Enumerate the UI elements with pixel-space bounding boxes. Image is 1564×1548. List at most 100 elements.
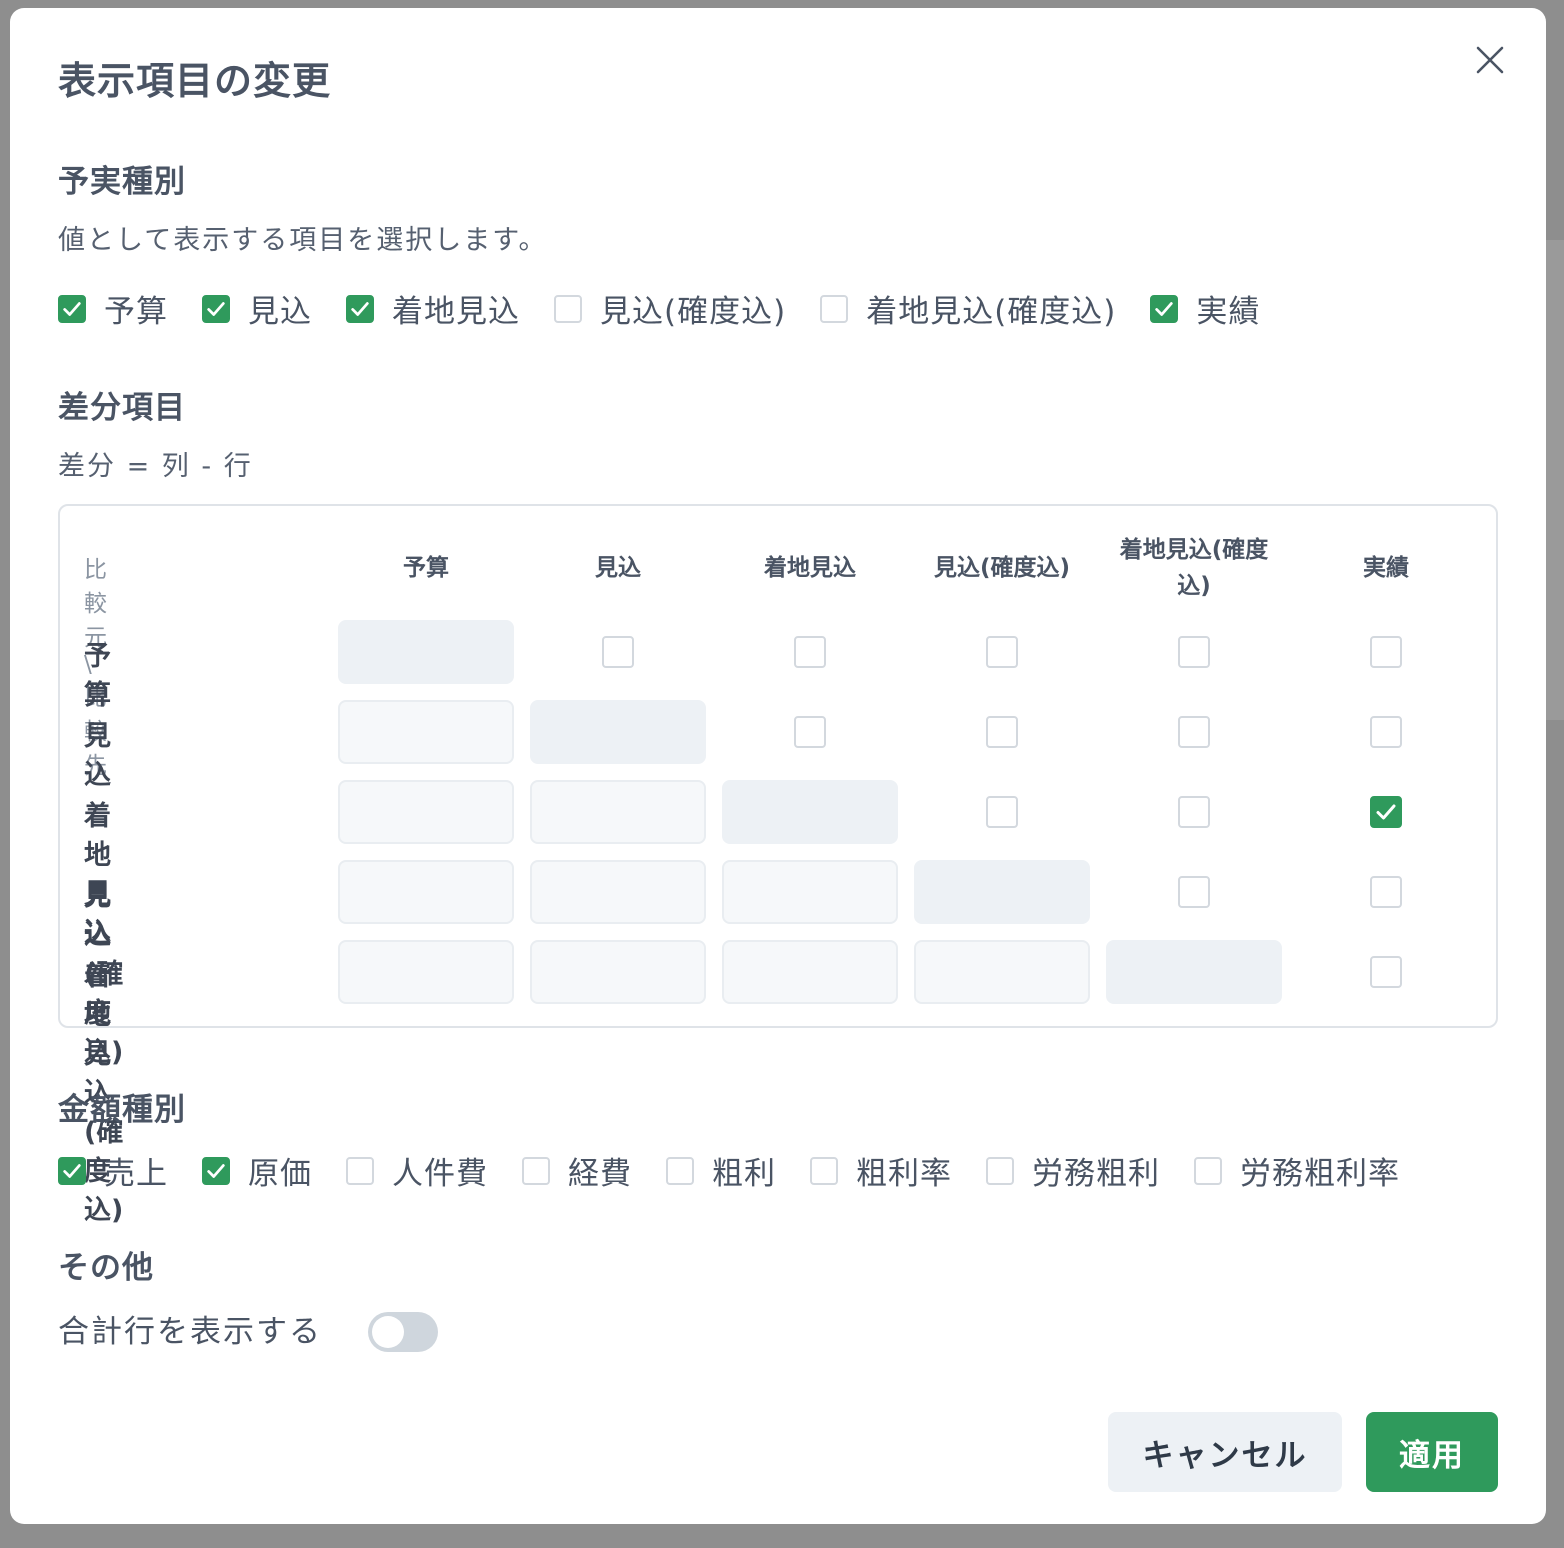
dialog-title: 表示項目の変更 [58,59,332,103]
amount-type-option[interactable]: 労務粗利 [986,1148,1160,1193]
plan-actual-option[interactable]: 予算 [58,286,168,331]
matrix-cell-disabled [338,860,514,924]
matrix-column-header: 見込 [595,555,641,581]
amount-type-option[interactable]: 売上 [58,1148,168,1193]
matrix-checkbox[interactable] [794,716,826,748]
cancel-button[interactable]: キャンセル [1108,1412,1342,1492]
close-icon [1476,46,1504,74]
matrix-column-header: 着地見込 [764,555,856,581]
plan-actual-checkbox[interactable] [820,294,849,323]
check-icon [1155,301,1174,316]
matrix-cell-disabled [338,940,514,1004]
diff-heading: 差分項目 [58,390,186,426]
amount-type-option[interactable]: 経費 [522,1148,632,1193]
matrix-checkbox[interactable] [1370,716,1402,748]
amount-type-option-label: 人件費 [392,1156,488,1192]
matrix-cell-disabled [530,940,706,1004]
matrix-cell-diagonal [914,860,1090,924]
show-total-row-label: 合計行を表示する [58,1314,322,1350]
matrix-checkbox[interactable] [1178,796,1210,828]
amount-type-checkbox[interactable] [666,1156,694,1185]
matrix-checkbox[interactable] [602,636,634,668]
amount-type-checkbox[interactable] [1194,1156,1222,1185]
diff-matrix: 比較元 \ 比較先 予算 見込 着地見込 見込(確度込) 着地見込(確度込) 実績 予算 見込着… [58,504,1498,1226]
matrix-cell-disabled [914,940,1090,1004]
plan-actual-option-label: 着地見込(確度込) [866,294,1117,330]
matrix-checkbox[interactable] [1370,796,1402,828]
plan-actual-checkbox[interactable] [1150,294,1179,323]
matrix-checkbox[interactable] [1370,956,1402,988]
amount-type-option-label: 粗利 [712,1156,776,1192]
amount-type-options: 売上 原価 人件費 経費 粗利 粗利率 労務粗利 労務粗利率 [58,1148,1434,1193]
amount-type-option[interactable]: 人件費 [346,1148,488,1193]
matrix-checkbox[interactable] [1178,716,1210,748]
apply-button[interactable]: 適用 [1366,1412,1498,1492]
matrix-cell-disabled [722,860,898,924]
plan-actual-option-label: 見込 [248,294,312,330]
plan-actual-option[interactable]: 着地見込 [346,286,520,331]
plan-actual-option[interactable]: 着地見込(確度込) [820,286,1116,331]
matrix-cell-disabled [530,860,706,924]
plan-actual-checkbox[interactable] [58,294,86,323]
amount-type-checkbox[interactable] [202,1156,230,1185]
check-icon [207,301,225,316]
matrix-row-header: 予算 [84,641,111,711]
check-icon [207,1163,225,1178]
plan-actual-option[interactable]: 実績 [1150,286,1260,331]
plan-actual-option[interactable]: 見込(確度込) [554,286,786,331]
amount-type-option[interactable]: 粗利率 [810,1148,952,1193]
matrix-column-header: 着地見込(確度込) [1119,537,1269,599]
matrix-checkbox[interactable] [986,796,1018,828]
amount-type-heading: 金額種別 [58,1092,186,1128]
plan-actual-checkbox[interactable] [554,294,582,323]
check-icon [63,1163,81,1178]
matrix-cell-diagonal [530,700,706,764]
matrix-row-header: 見込 [84,721,111,791]
matrix-column-header: 見込(確度込) [933,555,1071,581]
matrix-cell-disabled [338,700,514,764]
amount-type-checkbox[interactable] [346,1156,374,1185]
plan-actual-options: 予算 見込 着地見込 見込(確度込) 着地見込(確度込) 実績 [58,286,1294,331]
amount-type-checkbox[interactable] [522,1156,550,1185]
matrix-cell-diagonal [722,780,898,844]
display-settings-dialog: 表示項目の変更 予実種別 値として表示する項目を選択します。 予算 見込 着地見込見… [10,8,1546,1524]
plan-actual-option-label: 着地見込 [392,294,520,330]
matrix-checkbox[interactable] [1370,876,1402,908]
plan-actual-description: 値として表示する項目を選択します。 [58,225,548,256]
matrix-checkbox[interactable] [1370,636,1402,668]
show-total-row-toggle[interactable] [368,1312,438,1352]
amount-type-option-label: 労務粗利 [1032,1156,1160,1192]
amount-type-option-label: 経費 [568,1156,632,1192]
amount-type-checkbox[interactable] [58,1156,86,1185]
check-icon [351,301,369,316]
amount-type-checkbox[interactable] [986,1156,1014,1185]
other-heading: その他 [58,1250,154,1286]
matrix-checkbox[interactable] [794,636,826,668]
matrix-checkbox[interactable] [986,636,1018,668]
matrix-column-header: 予算 [403,555,449,581]
plan-actual-checkbox[interactable] [202,294,230,323]
matrix-cell-diagonal [1106,940,1282,1004]
amount-type-checkbox[interactable] [810,1156,838,1185]
matrix-checkbox[interactable] [986,716,1018,748]
amount-type-option[interactable]: 原価 [202,1148,312,1193]
amount-type-option-label: 粗利率 [856,1156,952,1192]
matrix-checkbox[interactable] [1178,636,1210,668]
plan-actual-heading: 予実種別 [58,164,186,200]
matrix-cell-disabled [338,780,514,844]
amount-type-option-label: 原価 [248,1156,312,1192]
diff-description: 差分 = 列 - 行 [58,451,253,482]
close-button[interactable] [1468,38,1512,82]
plan-actual-option-label: 予算 [104,294,168,330]
plan-actual-option[interactable]: 見込 [202,286,312,331]
matrix-checkbox[interactable] [1178,876,1210,908]
plan-actual-checkbox[interactable] [346,294,374,323]
check-icon [1376,804,1396,820]
matrix-column-header: 実績 [1363,555,1409,581]
amount-type-option[interactable]: 粗利 [666,1148,776,1193]
background-page-edge [1544,240,1564,720]
amount-type-option-label: 売上 [104,1156,168,1192]
plan-actual-option-label: 見込(確度込) [600,294,787,330]
plan-actual-option-label: 実績 [1196,294,1261,330]
amount-type-option[interactable]: 労務粗利率 [1194,1148,1400,1193]
